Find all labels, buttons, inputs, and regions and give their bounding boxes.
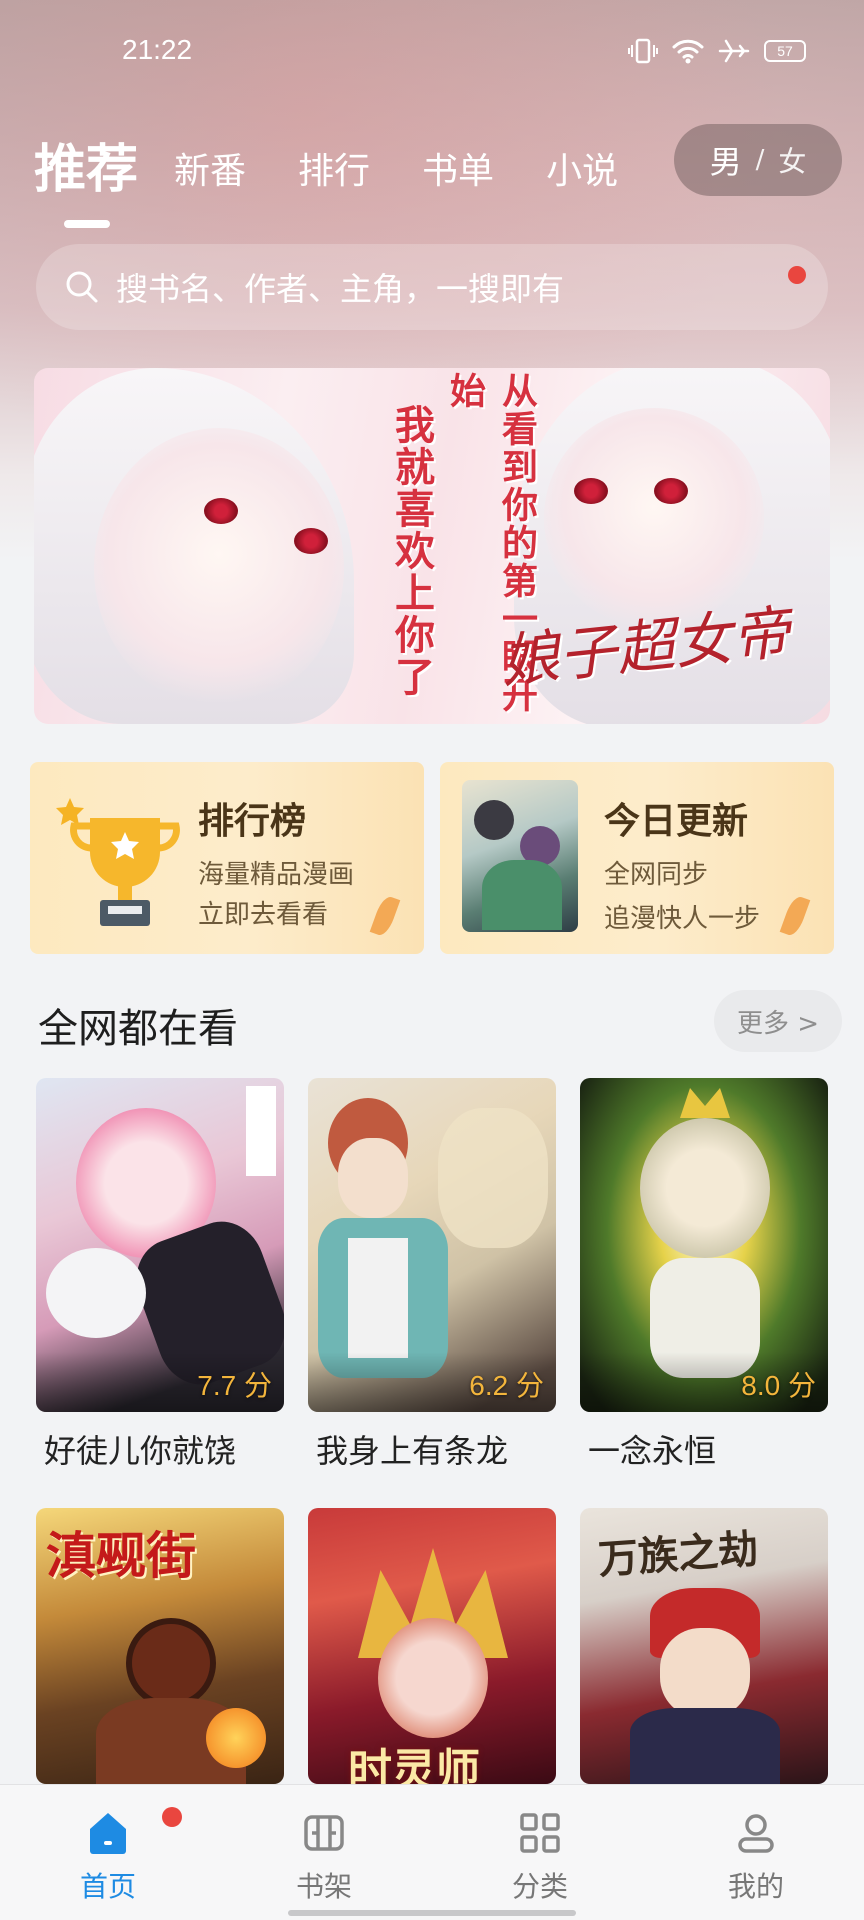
book-score: 8.0 分 <box>741 1370 816 1401</box>
status-time: 21:22 <box>122 34 193 65</box>
status-icons: 57 <box>628 38 806 64</box>
profile-icon <box>738 1814 774 1853</box>
gender-male[interactable]: 男 <box>710 137 742 183</box>
book-cover[interactable]: 7.7 分 <box>36 1078 284 1412</box>
nav-bookshelf[interactable]: 书架 <box>264 1809 384 1905</box>
search-bar[interactable]: 搜书名、作者、主角，一搜即有 <box>36 244 828 330</box>
leaf-decoration <box>369 894 401 938</box>
update-card-title: 今日更新 <box>604 801 749 842</box>
more-button[interactable]: 更多 > <box>714 990 842 1052</box>
home-icon <box>90 1813 126 1854</box>
book-score: 7.7 分 <box>197 1370 272 1401</box>
tab-booklist[interactable]: 书单 <box>422 142 494 202</box>
wifi-icon <box>672 39 704 64</box>
nav-bookshelf-label: 书架 <box>295 1870 352 1903</box>
tab-ranking[interactable]: 排行 <box>298 142 370 202</box>
gender-switch[interactable]: 男 / 女 <box>674 124 842 196</box>
book-title[interactable]: 一念永恒 <box>588 1426 716 1472</box>
gender-female[interactable]: 女 <box>778 140 806 180</box>
nav-profile[interactable]: 我的 <box>696 1809 816 1905</box>
banner-eye <box>294 528 328 554</box>
book-score: 6.2 分 <box>469 1370 544 1401</box>
update-thumbnail <box>462 780 578 932</box>
nav-profile-label: 我的 <box>727 1870 784 1903</box>
bottom-navigation: 首页 书架 分类 我的 <box>0 1784 864 1920</box>
book-cover[interactable]: 万族之劫 <box>580 1508 828 1784</box>
banner-tagline-a: 我就喜欢上你了 <box>388 404 434 698</box>
ranking-card-cta: 立即去看看 <box>198 900 329 930</box>
nav-category-label: 分类 <box>511 1870 568 1903</box>
book-cover-title: 时灵师 <box>348 1745 480 1784</box>
update-card-subtitle: 全网同步 <box>604 860 709 890</box>
nav-home-label: 首页 <box>79 1870 136 1903</box>
book-title[interactable]: 我身上有条龙 <box>316 1426 508 1472</box>
book-cover[interactable]: 8.0 分 <box>580 1078 828 1412</box>
battery-icon: 57 <box>764 40 806 62</box>
top-tabs: 推荐 新番 排行 书单 小说 <box>34 122 670 228</box>
home-indicator <box>288 1910 576 1916</box>
gender-separator: / <box>755 145 765 175</box>
search-placeholder: 搜书名、作者、主角，一搜即有 <box>116 270 565 308</box>
bookshelf-icon <box>304 1815 344 1851</box>
tab-novel[interactable]: 小说 <box>546 142 618 202</box>
tab-new-series[interactable]: 新番 <box>174 142 246 202</box>
banner-eye <box>204 498 238 524</box>
nav-category[interactable]: 分类 <box>480 1809 600 1905</box>
search-notification-dot <box>788 266 806 284</box>
tab-recommend[interactable]: 推荐 <box>34 127 138 228</box>
book-cover[interactable]: 时灵师 <box>308 1508 556 1784</box>
book-cover[interactable]: 6.2 分 <box>308 1078 556 1412</box>
search-icon <box>66 271 98 303</box>
nav-home[interactable]: 首页 <box>48 1809 168 1905</box>
update-card-cta: 追漫快人一步 <box>604 904 761 934</box>
trophy-icon <box>56 798 180 926</box>
nav-home-badge <box>162 1807 182 1827</box>
promo-banner[interactable]: 我就喜欢上你了 从看到你的第一眼开始 娘子超女帝 <box>34 368 830 724</box>
ranking-card-title: 排行榜 <box>198 801 307 842</box>
section-title: 全网都在看 <box>38 1006 238 1052</box>
book-title[interactable]: 好徒儿你就饶 <box>44 1426 236 1472</box>
ranking-card[interactable]: 排行榜 海量精品漫画 立即去看看 <box>30 762 424 954</box>
book-cover-title: 滇觋街 <box>46 1526 196 1585</box>
vibrate-icon <box>628 38 658 64</box>
category-icon <box>520 1813 560 1853</box>
ranking-card-subtitle: 海量精品漫画 <box>198 860 355 890</box>
status-bar: 21:22 57 <box>0 0 864 110</box>
leaf-decoration <box>779 894 811 938</box>
banner-eye <box>654 478 688 504</box>
today-update-card[interactable]: 今日更新 全网同步 追漫快人一步 <box>440 762 834 954</box>
airplane-mode-icon <box>718 39 750 63</box>
banner-eye <box>574 478 608 504</box>
book-cover[interactable]: 滇觋街 <box>36 1508 284 1784</box>
banner-character-left <box>94 428 344 708</box>
book-cover-title: 万族之劫 <box>596 1525 760 1584</box>
